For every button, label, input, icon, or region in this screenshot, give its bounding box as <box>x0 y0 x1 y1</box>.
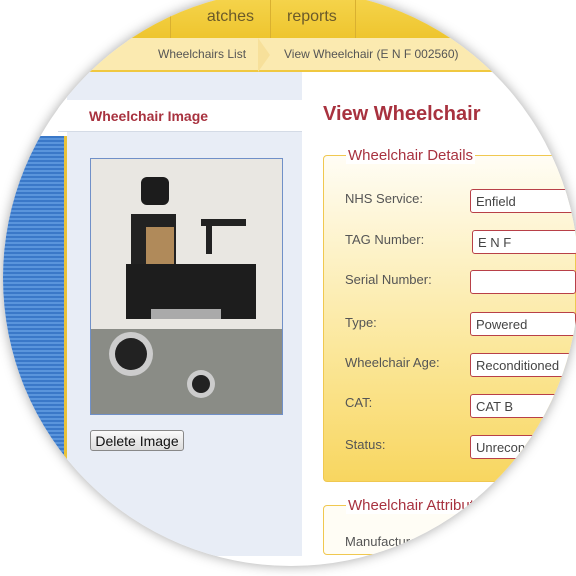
top-nav: atches reports <box>3 0 576 38</box>
image-panel-header: Wheelchair Image <box>58 100 302 132</box>
field-label: Status: <box>345 437 386 452</box>
nav-item-reports[interactable]: reports <box>270 0 353 38</box>
field-label: NHS Service: <box>345 191 424 206</box>
sidebar-stripes <box>3 136 65 556</box>
fieldset-legend: Wheelchair Attributes <box>346 497 492 514</box>
nhs-service-select[interactable]: Enfield <box>470 189 576 213</box>
type-select[interactable]: Powered <box>470 312 576 336</box>
field-label: TAG Number: <box>345 232 425 247</box>
wheelchair-attributes-fieldset: Wheelchair Attributes Manufacturer <box>323 497 576 555</box>
fieldset-legend: Wheelchair Details <box>346 147 476 164</box>
breadcrumb-current: View Wheelchair (E N F 002560) <box>284 47 459 61</box>
field-label: Manufacturer <box>345 534 422 549</box>
nav-item-batches[interactable]: atches <box>170 0 270 38</box>
delete-image-button[interactable]: Delete Image <box>90 430 184 451</box>
wheelchair-details-fieldset: Wheelchair Details NHS Service: Enfield … <box>323 147 576 482</box>
field-label: Type: <box>345 315 377 330</box>
status-select[interactable]: Unrecon <box>470 435 576 459</box>
serial-number-input[interactable] <box>470 270 576 294</box>
nav-item[interactable] <box>355 0 435 38</box>
page-title: View Wheelchair <box>323 103 481 125</box>
wheelchair-photo <box>90 158 283 415</box>
circular-frame: atches reports Wheelchairs List View Whe… <box>3 0 576 566</box>
breadcrumb-wheelchairs-list[interactable]: Wheelchairs List <box>158 47 246 61</box>
image-panel-title: Wheelchair Image <box>89 108 209 124</box>
wheelchair-age-select[interactable]: Reconditioned <box>470 353 576 377</box>
field-label: Wheelchair Age: <box>345 355 440 370</box>
cat-select[interactable]: CAT B <box>470 394 576 418</box>
field-label: Serial Number: <box>345 272 432 287</box>
breadcrumb-separator-icon <box>258 38 270 72</box>
field-label: CAT: <box>345 395 373 410</box>
tag-number-input[interactable]: E N F <box>472 230 576 254</box>
breadcrumb: Wheelchairs List View Wheelchair (E N F … <box>3 38 576 72</box>
